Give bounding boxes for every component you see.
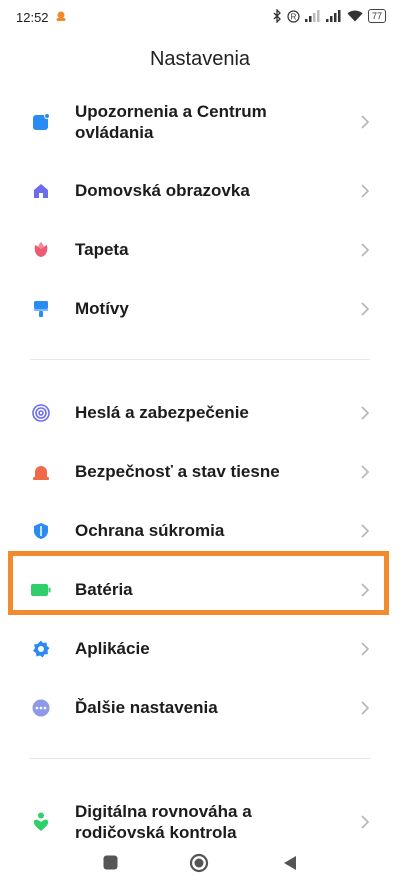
settings-item-label: Tapeta <box>75 240 129 259</box>
settings-item-privacy[interactable]: Ochrana súkromia <box>0 518 400 544</box>
settings-item-label: Motívy <box>75 299 129 318</box>
more-icon <box>31 698 51 718</box>
settings-item-label: Digitálna rovnováha a rodičovská kontrola <box>75 802 252 842</box>
settings-item-digital-wellbeing[interactable]: Digitálna rovnováha a rodičovská kontrola <box>0 800 400 844</box>
settings-item-label: Domovská obrazovka <box>75 181 250 200</box>
shield-icon <box>31 521 51 541</box>
bluetooth-icon <box>273 9 282 23</box>
wellbeing-icon <box>31 812 51 832</box>
status-right: R 77 <box>273 9 386 23</box>
clock: 12:52 <box>16 10 49 25</box>
settings-item-themes[interactable]: Motívy <box>0 296 400 322</box>
settings-item-label: Ďalšie nastavenia <box>75 698 218 717</box>
chevron-right-icon <box>358 813 372 831</box>
wifi-icon <box>347 10 363 22</box>
chevron-right-icon <box>358 113 372 131</box>
settings-item-wallpaper[interactable]: Tapeta <box>0 237 400 263</box>
status-left: 12:52 <box>16 10 67 25</box>
chevron-right-icon <box>358 522 372 540</box>
highlight-box <box>8 551 389 615</box>
alarm-icon <box>31 462 51 482</box>
chevron-right-icon <box>358 404 372 422</box>
chevron-right-icon <box>358 300 372 318</box>
battery-indicator: 77 <box>367 9 386 23</box>
signal-icon-2 <box>325 10 342 22</box>
section-divider <box>30 758 370 759</box>
chevron-right-icon <box>358 699 372 717</box>
settings-item-label: Heslá a zabezpečenie <box>75 403 249 422</box>
settings-item-label: Aplikácie <box>75 639 150 658</box>
brush-icon <box>31 299 51 319</box>
settings-item-notifications[interactable]: Upozornenia a Centrum ovládania <box>0 100 400 144</box>
fingerprint-icon <box>31 403 51 423</box>
back-button[interactable] <box>283 855 297 876</box>
status-bar: 12:52 R 77 <box>0 0 400 36</box>
svg-text:R: R <box>291 12 297 21</box>
signal-icon-1 <box>304 10 321 22</box>
settings-item-label: Bezpečnosť a stav tiesne <box>75 462 280 481</box>
home-icon <box>31 181 51 201</box>
chevron-right-icon <box>358 241 372 259</box>
tulip-icon <box>31 240 51 260</box>
gear-icon <box>31 639 51 659</box>
settings-item-passwords-security[interactable]: Heslá a zabezpečenie <box>0 400 400 426</box>
notification-icon <box>31 112 51 132</box>
recents-button[interactable] <box>103 855 118 875</box>
chevron-right-icon <box>358 463 372 481</box>
settings-item-home-screen[interactable]: Domovská obrazovka <box>0 178 400 204</box>
chevron-right-icon <box>358 182 372 200</box>
page-title: Nastavenia <box>149 48 251 70</box>
registered-icon: R <box>287 9 300 23</box>
settings-item-label: Ochrana súkromia <box>75 521 225 540</box>
settings-item-label: Upozornenia a Centrum ovládania <box>75 102 267 142</box>
chevron-right-icon <box>358 640 372 658</box>
settings-item-safety-emergency[interactable]: Bezpečnosť a stav tiesne <box>0 459 400 485</box>
settings-item-apps[interactable]: Aplikácie <box>0 636 400 662</box>
settings-item-additional[interactable]: Ďalšie nastavenia <box>0 695 400 721</box>
notification-app-icon <box>55 10 67 25</box>
home-button[interactable] <box>189 853 209 878</box>
section-divider <box>30 359 370 360</box>
navigation-bar <box>0 845 400 885</box>
